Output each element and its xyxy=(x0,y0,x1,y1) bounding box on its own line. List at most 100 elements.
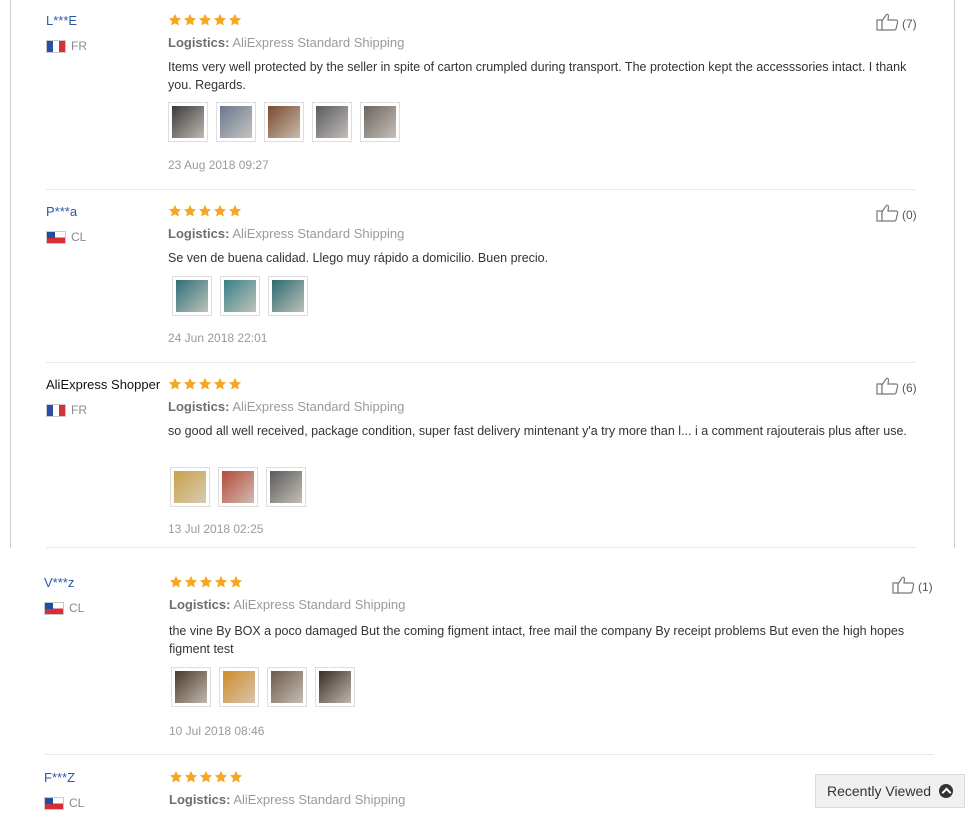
reviewer-country: CL xyxy=(44,601,84,615)
shipping-method: AliExpress Standard Shipping xyxy=(233,597,406,612)
review-text: so good all well received, package condi… xyxy=(168,424,907,438)
review-photo-thumbnail[interactable] xyxy=(218,467,258,507)
logistics-label: Logistics: xyxy=(169,792,231,807)
star-icon xyxy=(184,770,198,784)
star-icon xyxy=(183,13,197,27)
reviewer-name[interactable]: L***E xyxy=(46,13,77,28)
reviewer-name[interactable]: F***Z xyxy=(44,770,75,785)
star-icon xyxy=(229,575,243,589)
review-photo-thumbnail[interactable] xyxy=(220,276,260,316)
review-photo-thumbnail[interactable] xyxy=(170,467,210,507)
helpful-count: (1) xyxy=(918,579,933,594)
country-code: FR xyxy=(71,39,87,53)
logistics-label: Logistics: xyxy=(169,597,231,612)
recently-viewed-bar[interactable]: Recently Viewed xyxy=(815,774,965,808)
helpful-button[interactable]: (7) xyxy=(876,13,917,34)
review-divider xyxy=(46,547,916,548)
reviewer-name[interactable]: AliExpress Shopper xyxy=(46,377,160,392)
review-photos xyxy=(168,102,400,142)
review-date: 24 Jun 2018 22:01 xyxy=(168,331,268,345)
star-icon xyxy=(168,204,182,218)
shipping-method: AliExpress Standard Shipping xyxy=(232,35,405,50)
review-divider xyxy=(44,754,934,755)
thumbs-up-icon[interactable] xyxy=(876,377,902,398)
star-icon xyxy=(229,770,243,784)
logistics-info: Logistics: AliExpress Standard Shipping xyxy=(168,35,404,50)
review-photos xyxy=(170,467,306,507)
star-icon xyxy=(213,204,227,218)
chile-flag-icon xyxy=(46,230,66,244)
review-photo-thumbnail[interactable] xyxy=(266,467,306,507)
review-photo-thumbnail[interactable] xyxy=(360,102,400,142)
review-photo-thumbnail[interactable] xyxy=(268,276,308,316)
reviewer-name[interactable]: V***z xyxy=(44,575,74,590)
star-icon xyxy=(168,377,182,391)
thumbs-up-icon[interactable] xyxy=(892,576,918,597)
star-rating xyxy=(169,575,243,589)
review-photo-thumbnail[interactable] xyxy=(312,102,352,142)
star-icon xyxy=(214,770,228,784)
star-rating xyxy=(169,770,243,784)
review-date: 13 Jul 2018 02:25 xyxy=(168,522,264,536)
logistics-info: Logistics: AliExpress Standard Shipping xyxy=(168,226,404,241)
review-photo-thumbnail[interactable] xyxy=(219,667,259,707)
chile-flag-icon xyxy=(44,796,64,810)
france-flag-icon xyxy=(46,403,66,417)
helpful-button[interactable]: (1) xyxy=(892,576,933,597)
thumbs-up-icon[interactable] xyxy=(876,204,902,225)
review-text: Items very well protected by the seller … xyxy=(168,60,907,92)
recently-viewed-label: Recently Viewed xyxy=(827,783,932,799)
review-photo-thumbnail[interactable] xyxy=(168,102,208,142)
review-date: 23 Aug 2018 09:27 xyxy=(168,158,269,172)
reviewer-country: CL xyxy=(44,796,84,810)
helpful-count: (7) xyxy=(902,16,917,31)
reviewer-country: CL xyxy=(46,230,86,244)
helpful-count: (6) xyxy=(902,380,917,395)
star-icon xyxy=(199,770,213,784)
review-date: 10 Jul 2018 08:46 xyxy=(169,724,265,738)
right-border xyxy=(954,0,955,548)
star-icon xyxy=(183,377,197,391)
chile-flag-icon xyxy=(44,601,64,615)
review-photo-thumbnail[interactable] xyxy=(216,102,256,142)
france-flag-icon xyxy=(46,39,66,53)
country-code: FR xyxy=(71,403,87,417)
review-photos xyxy=(171,667,355,707)
review-photos xyxy=(172,276,308,316)
shipping-method: AliExpress Standard Shipping xyxy=(232,226,405,241)
logistics-info: Logistics: AliExpress Standard Shipping xyxy=(169,597,405,612)
shipping-method: AliExpress Standard Shipping xyxy=(232,399,405,414)
review-text: Se ven de buena calidad. Llego muy rápid… xyxy=(168,251,549,265)
star-rating xyxy=(168,204,242,218)
star-rating xyxy=(168,377,242,391)
star-rating xyxy=(168,13,242,27)
country-code: CL xyxy=(71,230,87,244)
star-icon xyxy=(198,377,212,391)
star-icon xyxy=(213,377,227,391)
reviewer-name[interactable]: P***a xyxy=(46,204,77,219)
review-photo-thumbnail[interactable] xyxy=(172,276,212,316)
star-icon xyxy=(228,377,242,391)
helpful-button[interactable]: (0) xyxy=(876,204,917,225)
review-divider xyxy=(46,362,916,363)
left-border xyxy=(10,0,11,548)
logistics-label: Logistics: xyxy=(168,226,230,241)
star-icon xyxy=(199,575,213,589)
helpful-button[interactable]: (6) xyxy=(876,377,917,398)
thumbs-up-icon[interactable] xyxy=(876,13,902,34)
review-photo-thumbnail[interactable] xyxy=(264,102,304,142)
review-divider xyxy=(46,189,916,190)
reviewer-country: FR xyxy=(46,403,87,417)
logistics-label: Logistics: xyxy=(168,35,230,50)
review-photo-thumbnail[interactable] xyxy=(315,667,355,707)
star-icon xyxy=(169,770,183,784)
logistics-label: Logistics: xyxy=(168,399,230,414)
country-code: CL xyxy=(69,601,85,615)
review-photo-thumbnail[interactable] xyxy=(171,667,211,707)
review-photo-thumbnail[interactable] xyxy=(267,667,307,707)
star-icon xyxy=(184,575,198,589)
star-icon xyxy=(214,575,228,589)
chevron-up-icon[interactable] xyxy=(939,784,954,798)
shipping-method: AliExpress Standard Shipping xyxy=(233,792,406,807)
star-icon xyxy=(198,13,212,27)
